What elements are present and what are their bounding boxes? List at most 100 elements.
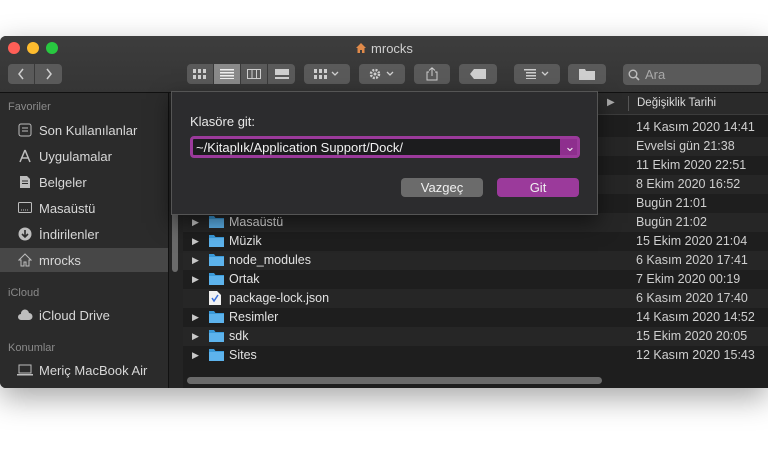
file-date: 15 Ekim 2020 21:04 [636,234,748,248]
sidebar-scrollbar[interactable] [172,212,178,272]
file-name: package-lock.json [229,291,330,305]
column-separator[interactable] [628,96,629,111]
horizontal-scrollbar[interactable] [187,377,602,384]
file-name: Masaüstü [229,215,284,229]
desktop-icon [17,200,33,216]
file-date: 11 Ekim 2020 22:51 [636,158,747,172]
laptop-icon [17,362,33,378]
sidebar-item-downloads[interactable]: İndirilenler [0,222,168,246]
disclosure-triangle-icon[interactable]: ▶ [192,217,199,228]
sidebar-item-label: Belgeler [39,174,87,190]
disclosure-triangle-icon[interactable]: ▶ [192,236,199,247]
group-button[interactable] [304,64,350,84]
file-name: Müzik [229,234,262,248]
search-field[interactable]: Ara [623,64,761,85]
file-date: 14 Kasım 2020 14:52 [636,310,755,324]
sidebar-item-label: mrocks [39,252,81,268]
sidebar-item-applications[interactable]: Uygulamalar [0,144,168,168]
folder-icon [209,216,224,228]
nav-back-forward [8,64,62,84]
search-placeholder: Ara [645,67,666,82]
list-view-button[interactable] [214,64,241,84]
sidebar-item-label: İndirilenler [39,226,99,242]
folder-path-input[interactable]: ~/Kitaplık/Application Support/Dock/ ⌄ [190,136,580,158]
file-date: 8 Ekim 2020 16:52 [636,177,741,191]
file-name: sdk [229,329,249,343]
sidebar-item-desktop[interactable]: Masaüstü [0,196,168,220]
folder-icon [209,330,224,342]
sidebar-section-locations: Konumlar [8,342,56,354]
json-file-icon [209,291,221,305]
clock-icon [17,122,33,138]
disclosure-triangle-icon[interactable]: ▶ [192,255,199,266]
list-row[interactable]: ▶ Ortak 7 Ekim 2020 00:19 [183,270,768,289]
file-name: Sites [229,348,257,362]
list-row[interactable]: ▶ Müzik 15 Ekim 2020 21:04 [183,232,768,251]
file-date: 12 Kasım 2020 15:43 [636,348,755,362]
file-date: 15 Ekim 2020 20:05 [636,329,748,343]
list-row[interactable]: ▶ node_modules 6 Kasım 2020 17:41 [183,251,768,270]
disclosure-triangle-icon[interactable]: ▶ [192,312,199,323]
list-row[interactable]: package-lock.json 6 Kasım 2020 17:40 [183,289,768,308]
grid-icon [193,69,206,79]
search-icon [628,69,640,81]
folder-icon [579,69,595,80]
sidebar-item-label: Masaüstü [39,200,96,216]
file-name: Resimler [229,310,279,324]
sidebar-item-label: Son Kullanılanlar [39,122,138,138]
file-date: Bugün 21:01 [636,196,707,210]
sidebar-item-icloud-drive[interactable]: iCloud Drive [0,303,168,327]
list-row[interactable]: ▶ sdk 15 Ekim 2020 20:05 [183,327,768,346]
back-button[interactable] [8,64,35,84]
folder-icon [209,349,224,361]
list-row[interactable]: ▶ Resimler 14 Kasım 2020 14:52 [183,308,768,327]
sidebar-section-favorites: Favoriler [8,101,51,113]
disclosure-triangle-icon[interactable]: ▶ [192,331,199,342]
path-history-dropdown[interactable]: ⌄ [560,139,577,155]
list-icon [220,69,234,79]
list-row[interactable]: ▶ Masaüstü Bugün 21:02 [183,213,768,232]
sort-arrow-icon: ▶ [607,97,615,108]
forward-button[interactable] [35,64,62,84]
new-folder-button[interactable] [568,64,606,84]
action-button[interactable] [359,64,405,84]
home-icon [17,252,33,268]
file-date: 6 Kasım 2020 17:41 [636,253,748,267]
tag-button[interactable] [459,64,497,84]
sidebar-item-home[interactable]: mrocks [0,248,168,272]
sidebar-item-label: Uygulamalar [39,148,112,164]
sidebar-item-recents[interactable]: Son Kullanılanlar [0,118,168,142]
folder-icon [209,254,224,266]
list-row[interactable]: ▶ Sites 12 Kasım 2020 15:43 [183,346,768,365]
file-date: 14 Kasım 2020 14:41 [636,120,755,134]
share-button[interactable] [414,64,450,84]
file-date: Bugün 21:02 [636,215,707,229]
applications-icon [17,148,33,164]
column-header-date[interactable]: Değişiklik Tarihi [637,97,716,109]
view-mode-control [187,64,295,84]
folder-icon [209,273,224,285]
sidebar-item-macbook[interactable]: Meriç MacBook Air [0,358,168,382]
folder-path-value: ~/Kitaplık/Application Support/Dock/ [196,139,404,155]
columns-icon [247,69,261,79]
icon-view-button[interactable] [187,64,214,84]
sidebar-item-label: iCloud Drive [39,307,110,323]
disclosure-triangle-icon[interactable]: ▶ [192,274,199,285]
cloud-icon [17,307,33,323]
sidebar-item-label: Meriç MacBook Air [39,362,148,378]
download-icon [17,226,33,242]
window-title-label: mrocks [371,41,413,56]
sidebar-item-documents[interactable]: Belgeler [0,170,168,194]
window-title: mrocks [0,41,768,56]
go-button[interactable]: Git [497,178,579,197]
document-icon [17,174,33,190]
finder-window: mrocks Ara Favoriler Son Kullanılanlar U… [0,36,768,388]
arrange-button[interactable] [514,64,560,84]
column-view-button[interactable] [241,64,268,84]
home-icon [356,43,367,53]
chevron-right-icon [45,68,52,80]
tag-icon [470,69,486,79]
cancel-button[interactable]: Vazgeç [401,178,483,197]
gallery-view-button[interactable] [268,64,295,84]
disclosure-triangle-icon[interactable]: ▶ [192,350,199,361]
